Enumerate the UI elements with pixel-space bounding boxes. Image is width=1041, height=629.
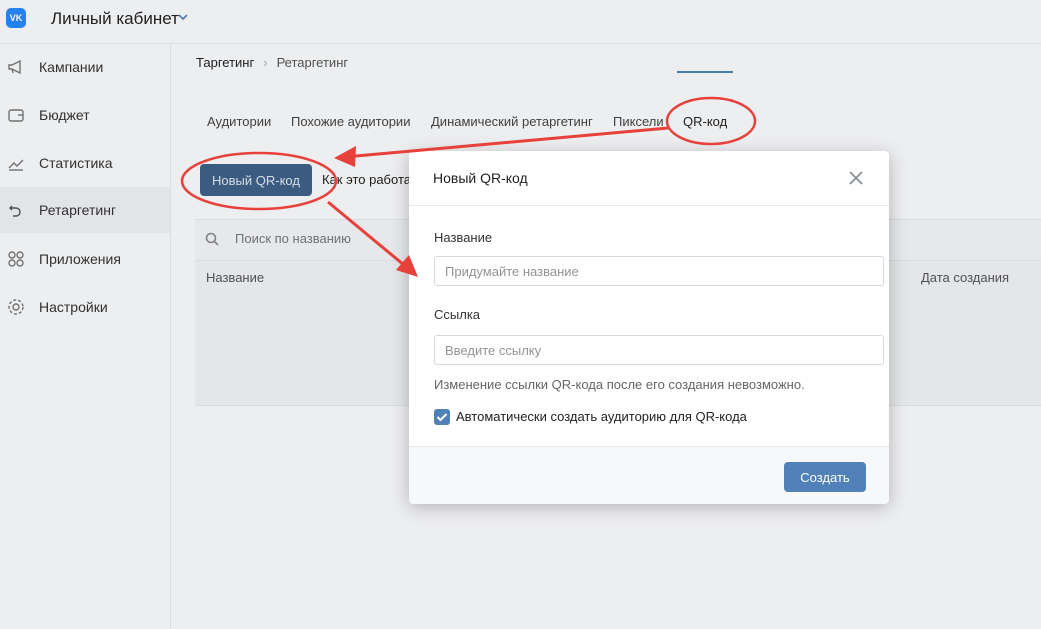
modal-title: Новый QR-код: [433, 170, 528, 186]
checkmark-icon: [436, 413, 448, 422]
link-label: Ссылка: [434, 307, 481, 322]
name-label: Название: [434, 230, 493, 245]
create-button[interactable]: Создать: [784, 462, 866, 492]
new-qr-modal: Новый QR-код Название Ссылка Изменение с…: [409, 151, 889, 504]
name-input[interactable]: [434, 256, 884, 286]
link-input[interactable]: [434, 335, 884, 365]
close-icon[interactable]: [848, 170, 864, 186]
modal-footer: Создать: [409, 446, 889, 504]
auto-audience-checkbox[interactable]: [434, 409, 450, 425]
link-hint: Изменение ссылки QR-кода после его созда…: [434, 377, 805, 392]
auto-audience-label[interactable]: Автоматически создать аудиторию для QR-к…: [456, 409, 747, 424]
modal-header: Новый QR-код: [409, 151, 889, 206]
